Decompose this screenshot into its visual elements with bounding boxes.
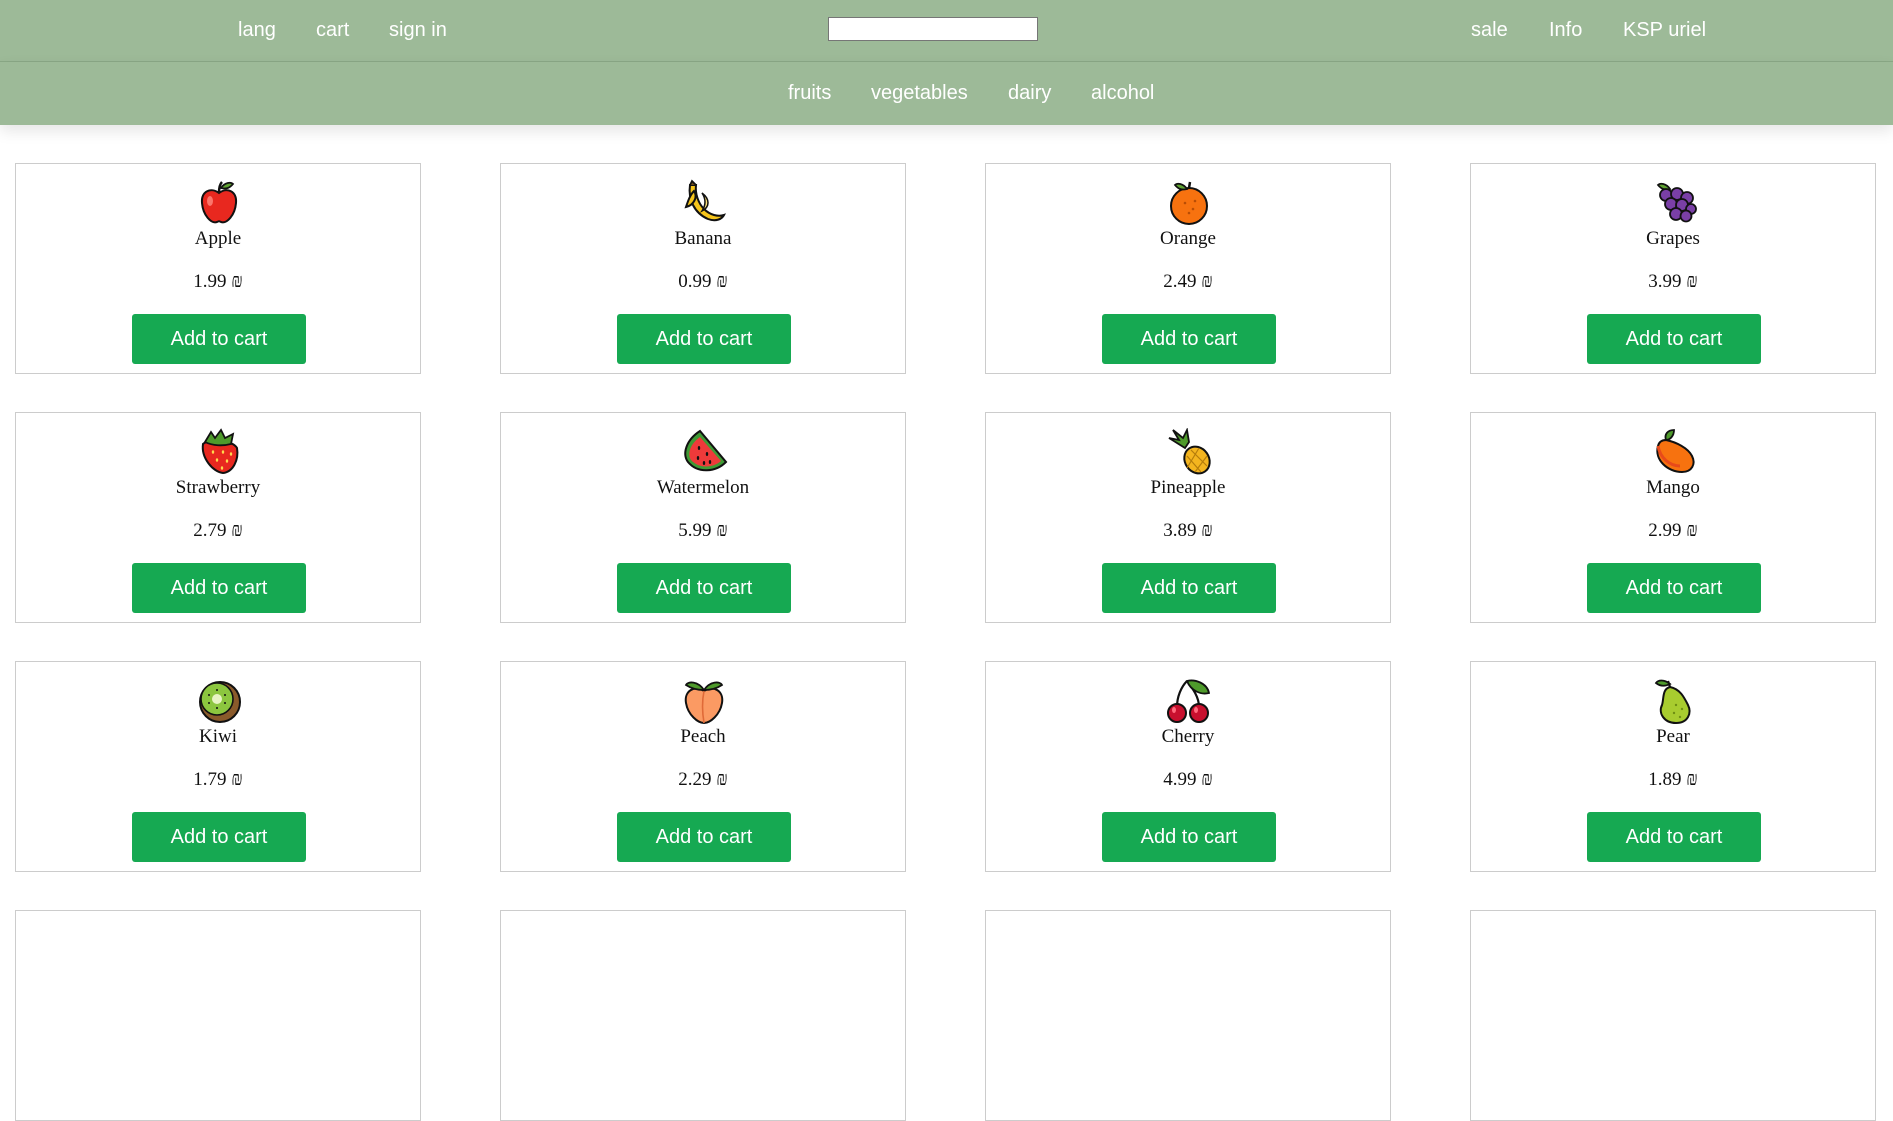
- category-bar: fruits vegetables dairy alcohol: [0, 62, 1893, 125]
- product-card: Kiwi 1.79 ₪ Add to cart: [15, 661, 421, 872]
- pear-icon: [1654, 679, 1691, 725]
- product-card: Peach 2.29 ₪ Add to cart: [500, 661, 906, 872]
- product-price: 2.79 ₪: [193, 520, 243, 541]
- product-name: Mango: [1646, 477, 1700, 498]
- add-to-cart-button[interactable]: Add to cart: [1587, 812, 1761, 862]
- top-nav-bar: lang cart sign in sale Info KSP uriel: [0, 0, 1893, 62]
- grapes-icon: [1656, 182, 1697, 223]
- product-name: Strawberry: [175, 477, 261, 498]
- sign-in-link[interactable]: sign in: [389, 0, 447, 61]
- add-to-cart-button[interactable]: Add to cart: [132, 563, 306, 613]
- product-name: Watermelon: [656, 477, 750, 498]
- product-name: Orange: [1160, 228, 1216, 249]
- banana-icon: [684, 179, 726, 222]
- product-price: 5.99 ₪: [678, 520, 728, 541]
- product-card: [1470, 910, 1876, 1121]
- add-to-cart-button[interactable]: Add to cart: [617, 563, 791, 613]
- product-name: Peach: [680, 726, 726, 747]
- product-price: 1.99 ₪: [193, 271, 243, 292]
- user-account-link[interactable]: KSP uriel: [1623, 0, 1706, 61]
- search-input[interactable]: [828, 17, 1038, 41]
- cart-link[interactable]: cart: [316, 0, 349, 61]
- product-card: Strawberry 2.79 ₪ Add to cart: [15, 412, 421, 623]
- orange-icon: [1170, 181, 1208, 225]
- product-price: 3.99 ₪: [1648, 271, 1698, 292]
- kiwi-icon: [199, 681, 241, 723]
- product-card: Mango 2.99 ₪ Add to cart: [1470, 412, 1876, 623]
- product-card: [985, 910, 1391, 1121]
- product-name: Pear: [1656, 726, 1690, 747]
- product-price: 1.79 ₪: [193, 769, 243, 790]
- product-name: Banana: [674, 228, 732, 249]
- product-name: Grapes: [1646, 228, 1700, 249]
- product-name: Kiwi: [199, 726, 237, 747]
- add-to-cart-button[interactable]: Add to cart: [617, 812, 791, 862]
- product-price: 1.89 ₪: [1648, 769, 1698, 790]
- add-to-cart-button[interactable]: Add to cart: [1102, 812, 1276, 862]
- add-to-cart-button[interactable]: Add to cart: [1587, 314, 1761, 364]
- product-card: Apple 1.99 ₪ Add to cart: [15, 163, 421, 374]
- product-price: 0.99 ₪: [678, 271, 728, 292]
- add-to-cart-button[interactable]: Add to cart: [1587, 563, 1761, 613]
- product-card: Cherry 4.99 ₪ Add to cart: [985, 661, 1391, 872]
- strawberry-icon: [201, 428, 239, 475]
- product-price: 2.99 ₪: [1648, 520, 1698, 541]
- pineapple-icon: [1168, 428, 1211, 475]
- product-name: Apple: [194, 228, 242, 249]
- product-price: 4.99 ₪: [1163, 769, 1213, 790]
- apple-icon: [200, 181, 238, 224]
- product-card: [15, 910, 421, 1121]
- add-to-cart-button[interactable]: Add to cart: [1102, 314, 1276, 364]
- product-card: Banana 0.99 ₪ Add to cart: [500, 163, 906, 374]
- product-price: 2.29 ₪: [678, 769, 728, 790]
- product-card: Pear 1.89 ₪ Add to cart: [1470, 661, 1876, 872]
- category-alcohol[interactable]: alcohol: [1091, 62, 1154, 125]
- mango-icon: [1656, 429, 1695, 474]
- product-card: Watermelon 5.99 ₪ Add to cart: [500, 412, 906, 623]
- product-card: Pineapple 3.89 ₪ Add to cart: [985, 412, 1391, 623]
- add-to-cart-button[interactable]: Add to cart: [132, 812, 306, 862]
- category-vegetables[interactable]: vegetables: [871, 62, 968, 125]
- product-name: Cherry: [1161, 726, 1215, 747]
- category-dairy[interactable]: dairy: [1008, 62, 1051, 125]
- add-to-cart-button[interactable]: Add to cart: [1102, 563, 1276, 613]
- product-price: 3.89 ₪: [1163, 520, 1213, 541]
- add-to-cart-button[interactable]: Add to cart: [617, 314, 791, 364]
- product-card: Orange 2.49 ₪ Add to cart: [985, 163, 1391, 374]
- info-link[interactable]: Info: [1549, 0, 1582, 61]
- lang-link[interactable]: lang: [238, 0, 276, 61]
- cherry-icon: [1167, 679, 1211, 723]
- product-price: 2.49 ₪: [1163, 271, 1213, 292]
- add-to-cart-button[interactable]: Add to cart: [132, 314, 306, 364]
- watermelon-icon: [684, 429, 728, 472]
- sale-link[interactable]: sale: [1471, 0, 1508, 61]
- category-fruits[interactable]: fruits: [788, 62, 831, 125]
- peach-icon: [684, 681, 724, 725]
- product-grid: Apple 1.99 ₪ Add to cart Banana 0.99 ₪ A…: [15, 163, 1879, 1121]
- product-card: Grapes 3.99 ₪ Add to cart: [1470, 163, 1876, 374]
- product-name: Pineapple: [1150, 477, 1226, 498]
- product-card: [500, 910, 906, 1121]
